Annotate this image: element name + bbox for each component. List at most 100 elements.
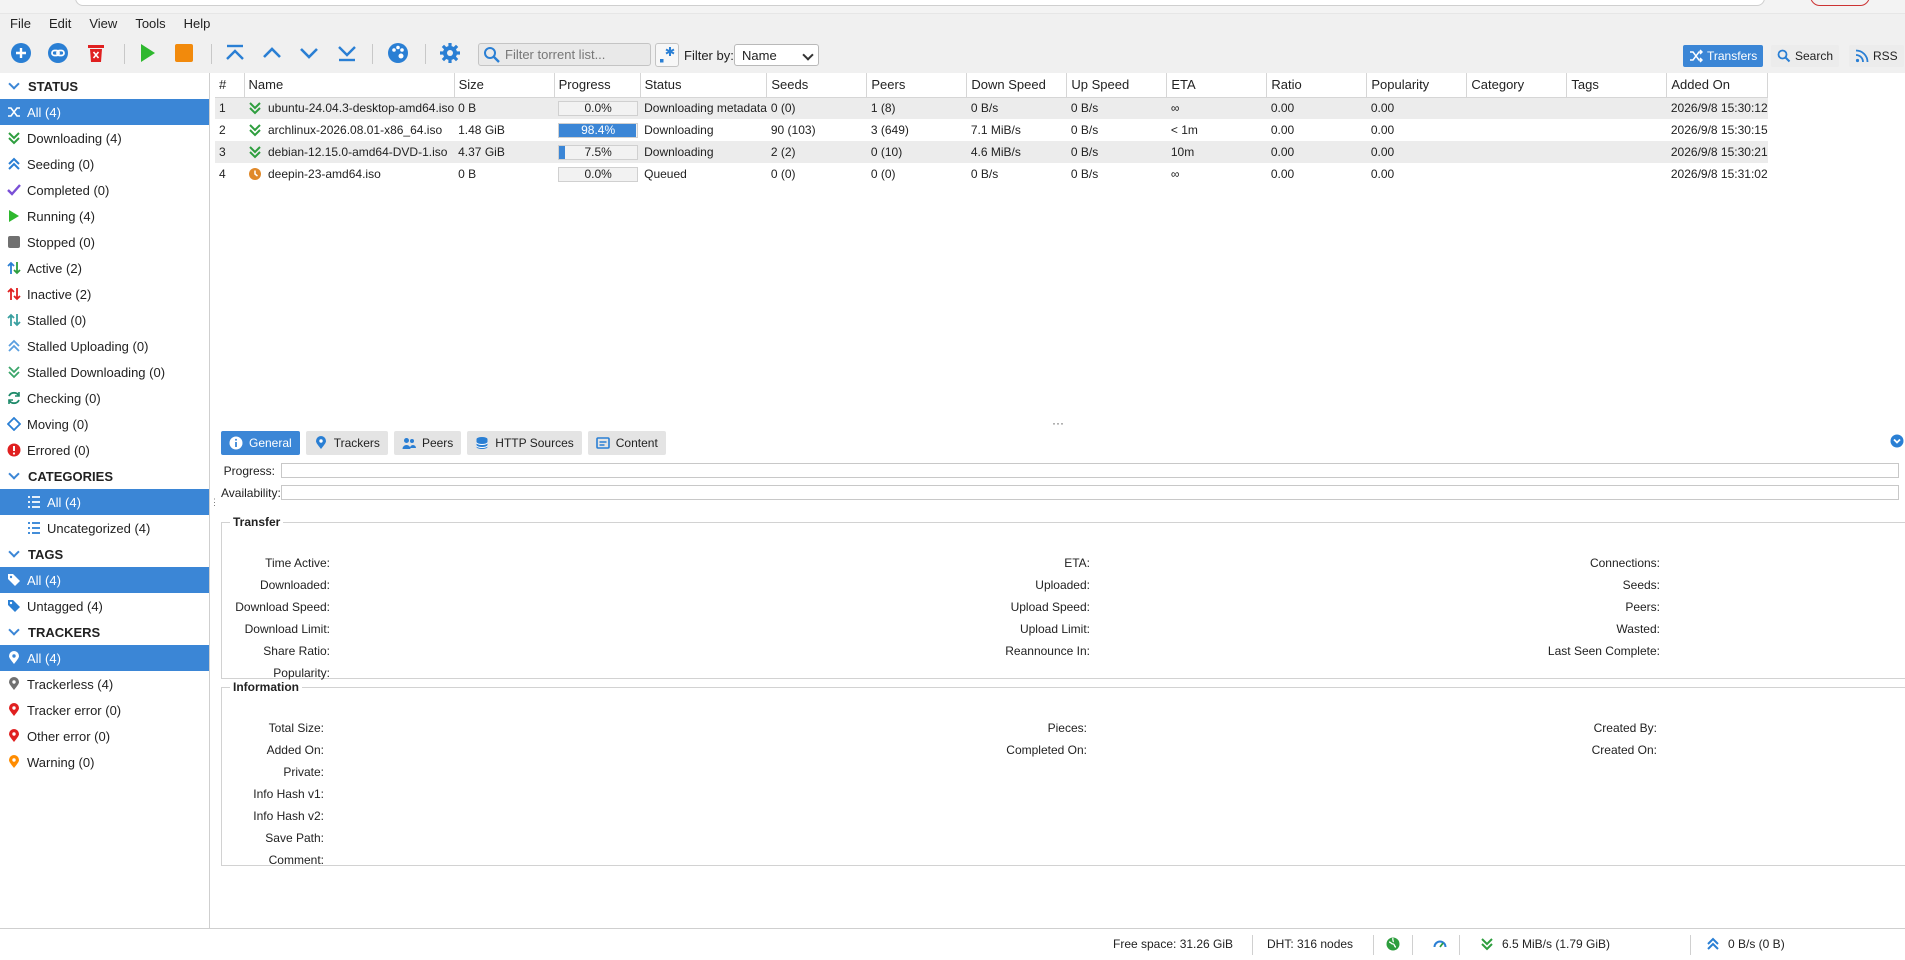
filter-torrent-input[interactable] xyxy=(505,47,650,62)
sidebar-splitter-handle[interactable]: ⋮ xyxy=(210,498,219,512)
menu-help[interactable]: Help xyxy=(184,16,211,31)
tracker-filter-tracker-error[interactable]: Tracker error (0) xyxy=(0,697,209,723)
category-filter-uncategorized[interactable]: Uncategorized (4) xyxy=(0,515,209,541)
tag-filter-all[interactable]: All (4) xyxy=(0,567,209,593)
filter-by-select[interactable]: Name xyxy=(734,44,819,66)
menu-view[interactable]: View xyxy=(89,16,117,31)
column-header-status[interactable]: Status xyxy=(640,73,768,98)
add-torrent-link-button[interactable] xyxy=(45,41,71,65)
database-icon xyxy=(476,437,489,449)
status-filter-all[interactable]: All (4) xyxy=(0,99,209,125)
column-header-name[interactable]: Name xyxy=(244,73,455,98)
cell-ratio: 0.00 xyxy=(1270,167,1295,181)
column-header-peers[interactable]: Peers xyxy=(866,73,968,98)
tab-general[interactable]: General xyxy=(221,431,300,455)
start-button[interactable] xyxy=(134,41,160,65)
menu-tools[interactable]: Tools xyxy=(135,16,165,31)
tab-content[interactable]: Content xyxy=(587,431,666,455)
cell-category xyxy=(1466,141,1567,163)
rss-view-button[interactable]: RSS xyxy=(1849,45,1904,67)
remove-torrent-button[interactable] xyxy=(83,41,109,65)
tags-section-header[interactable]: TAGS xyxy=(0,541,209,567)
checkmark-icon xyxy=(7,183,21,197)
status-filter-running[interactable]: Running (4) xyxy=(0,203,209,229)
connection-status[interactable] xyxy=(1386,937,1400,951)
column-header-down-speed[interactable]: Down Speed xyxy=(966,73,1068,98)
move-up-button[interactable] xyxy=(259,41,285,65)
downloading-icon xyxy=(1481,938,1493,951)
move-down-button[interactable] xyxy=(296,41,322,65)
tracker-filter-other-error[interactable]: Other error (0) xyxy=(0,723,209,749)
progress-bar: 0.0% xyxy=(558,100,639,116)
location-pin-icon xyxy=(7,651,21,665)
status-filter-active[interactable]: Active (2) xyxy=(0,255,209,281)
column-header-added-on[interactable]: Added On xyxy=(1666,73,1769,98)
status-filter-downloading[interactable]: Downloading (4) xyxy=(0,125,209,151)
column-header-popularity[interactable]: Popularity xyxy=(1366,73,1468,98)
column-header-ratio[interactable]: Ratio xyxy=(1266,73,1368,98)
tab-http-sources[interactable]: HTTP Sources xyxy=(467,431,582,455)
status-filter-inactive[interactable]: Inactive (2) xyxy=(0,281,209,307)
torrent-name: debian-12.15.0-amd64-DVD-1.iso xyxy=(268,145,448,159)
cell-popularity: 0.00 xyxy=(1370,167,1395,181)
field-eta: ETA: xyxy=(1064,556,1090,570)
status-filter-moving[interactable]: Moving (0) xyxy=(0,411,209,437)
column-header-eta[interactable]: ETA xyxy=(1166,73,1268,98)
download-speed-status[interactable]: 6.5 MiB/s (1.79 GiB) xyxy=(1480,937,1610,951)
categories-section-header[interactable]: CATEGORIES xyxy=(0,463,209,489)
tracker-filter-all[interactable]: All (4) xyxy=(0,645,209,671)
alt-speed-toggle[interactable] xyxy=(1433,937,1447,951)
category-filter-all[interactable]: All (4) xyxy=(0,489,209,515)
status-filter-stopped[interactable]: Stopped (0) xyxy=(0,229,209,255)
column-header-category[interactable]: Category xyxy=(1466,73,1568,98)
theme-button[interactable] xyxy=(385,41,411,65)
chevron-down-icon xyxy=(8,468,20,480)
progress-text: 0.0% xyxy=(584,100,612,115)
column-header-num[interactable]: # xyxy=(215,73,245,98)
column-header-up-speed[interactable]: Up Speed xyxy=(1066,73,1168,98)
column-header-progress[interactable]: Progress xyxy=(554,73,641,98)
status-filter-completed[interactable]: Completed (0) xyxy=(0,177,209,203)
status-filter-stalled[interactable]: Stalled (0) xyxy=(0,307,209,333)
search-icon xyxy=(484,46,500,63)
options-button[interactable] xyxy=(437,41,463,65)
status-section-header[interactable]: STATUS xyxy=(0,73,209,99)
move-bottom-button[interactable] xyxy=(334,41,360,65)
table-row[interactable]: 3 debian-12.15.0-amd64-DVD-1.iso 4.37 GiB 7… xyxy=(215,141,1768,163)
tracker-filter-trackerless[interactable]: Trackerless (4) xyxy=(0,671,209,697)
menu-file[interactable]: File xyxy=(10,16,31,31)
stop-button[interactable] xyxy=(171,41,197,65)
add-torrent-file-button[interactable] xyxy=(8,41,34,65)
field-upload-limit: Upload Limit: xyxy=(1019,622,1090,636)
cell-up: 0 B/s xyxy=(1066,97,1167,119)
field-private: Private: xyxy=(283,765,324,779)
tab-peers[interactable]: Peers xyxy=(393,431,462,455)
status-filter-errored[interactable]: Errored (0) xyxy=(0,437,209,463)
tab-trackers[interactable]: Trackers xyxy=(305,431,388,455)
regex-toggle-button[interactable] xyxy=(655,43,679,67)
column-header-seeds[interactable]: Seeds xyxy=(766,73,868,98)
panel-resize-handle[interactable]: ··· xyxy=(1052,416,1064,430)
tracker-filter-warning[interactable]: Warning (0) xyxy=(0,749,209,775)
collapse-panel-icon[interactable] xyxy=(1890,434,1904,448)
stop-icon xyxy=(175,44,193,62)
transfers-view-button[interactable]: Transfers xyxy=(1683,45,1764,67)
column-header-tags[interactable]: Tags xyxy=(1566,73,1668,98)
error-icon xyxy=(7,443,21,457)
shuffle-icon xyxy=(7,105,21,119)
tag-icon xyxy=(7,573,21,587)
status-filter-seeding[interactable]: Seeding (0) xyxy=(0,151,209,177)
search-view-button[interactable]: Search xyxy=(1771,45,1840,67)
tag-filter-untagged[interactable]: Untagged (4) xyxy=(0,593,209,619)
status-filter-checking[interactable]: Checking (0) xyxy=(0,385,209,411)
upload-speed-status[interactable]: 0 B/s (0 B) xyxy=(1706,937,1785,951)
move-top-button[interactable] xyxy=(222,41,248,65)
column-header-size[interactable]: Size xyxy=(454,73,555,98)
trackers-section-header[interactable]: TRACKERS xyxy=(0,619,209,645)
status-filter-stalled-downloading[interactable]: Stalled Downloading (0) xyxy=(0,359,209,385)
table-row[interactable]: 4 deepin-23-amd64.iso 0 B 0.0% Queued 0 (0) 0 … xyxy=(215,163,1768,185)
menu-edit[interactable]: Edit xyxy=(49,16,71,31)
table-row[interactable]: 2 archlinux-2026.08.01-x86_64.iso 1.48 GiB… xyxy=(215,119,1768,141)
status-filter-stalled-uploading[interactable]: Stalled Uploading (0) xyxy=(0,333,209,359)
table-row[interactable]: 1 ubuntu-24.04.3-desktop-amd64.iso 0 B 0.0%… xyxy=(215,97,1768,119)
